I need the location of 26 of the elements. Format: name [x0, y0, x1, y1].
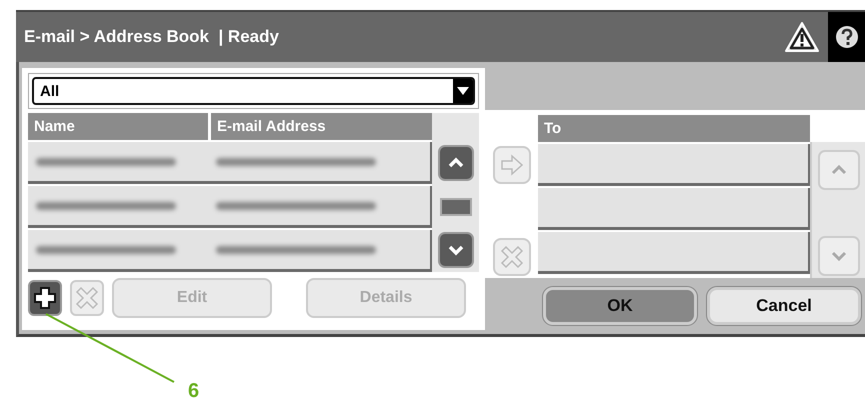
plus-icon [33, 286, 57, 310]
x-icon [75, 286, 99, 310]
column-header: E-mail Address [211, 113, 432, 140]
arrow-right-icon [500, 153, 524, 177]
callout-number: 6 [188, 380, 200, 401]
column-header: Name [28, 113, 208, 140]
scroll-thumb[interactable] [440, 198, 472, 216]
contact-row[interactable] [28, 186, 432, 228]
x-icon [500, 245, 524, 269]
column-header: To [538, 115, 810, 142]
dropdown-arrow-icon [457, 86, 469, 96]
help-button[interactable] [828, 12, 865, 62]
recipient-row[interactable] [538, 188, 810, 230]
contact-row[interactable] [28, 142, 432, 184]
warning-icon[interactable] [784, 21, 820, 53]
scroll-up-button[interactable] [438, 145, 474, 181]
add-button[interactable] [28, 280, 62, 316]
help-icon [834, 24, 860, 50]
scroll-down-button[interactable] [438, 232, 474, 268]
contact-row[interactable] [28, 230, 432, 272]
recipient-row[interactable] [538, 144, 810, 186]
window-title: E-mail > Address Book | Ready [24, 27, 280, 47]
recipient-row[interactable] [538, 232, 810, 274]
filter-dropdown[interactable]: All [32, 77, 475, 105]
dialog-button[interactable]: Cancel [707, 287, 861, 325]
dialog-button[interactable]: OK [543, 287, 697, 325]
